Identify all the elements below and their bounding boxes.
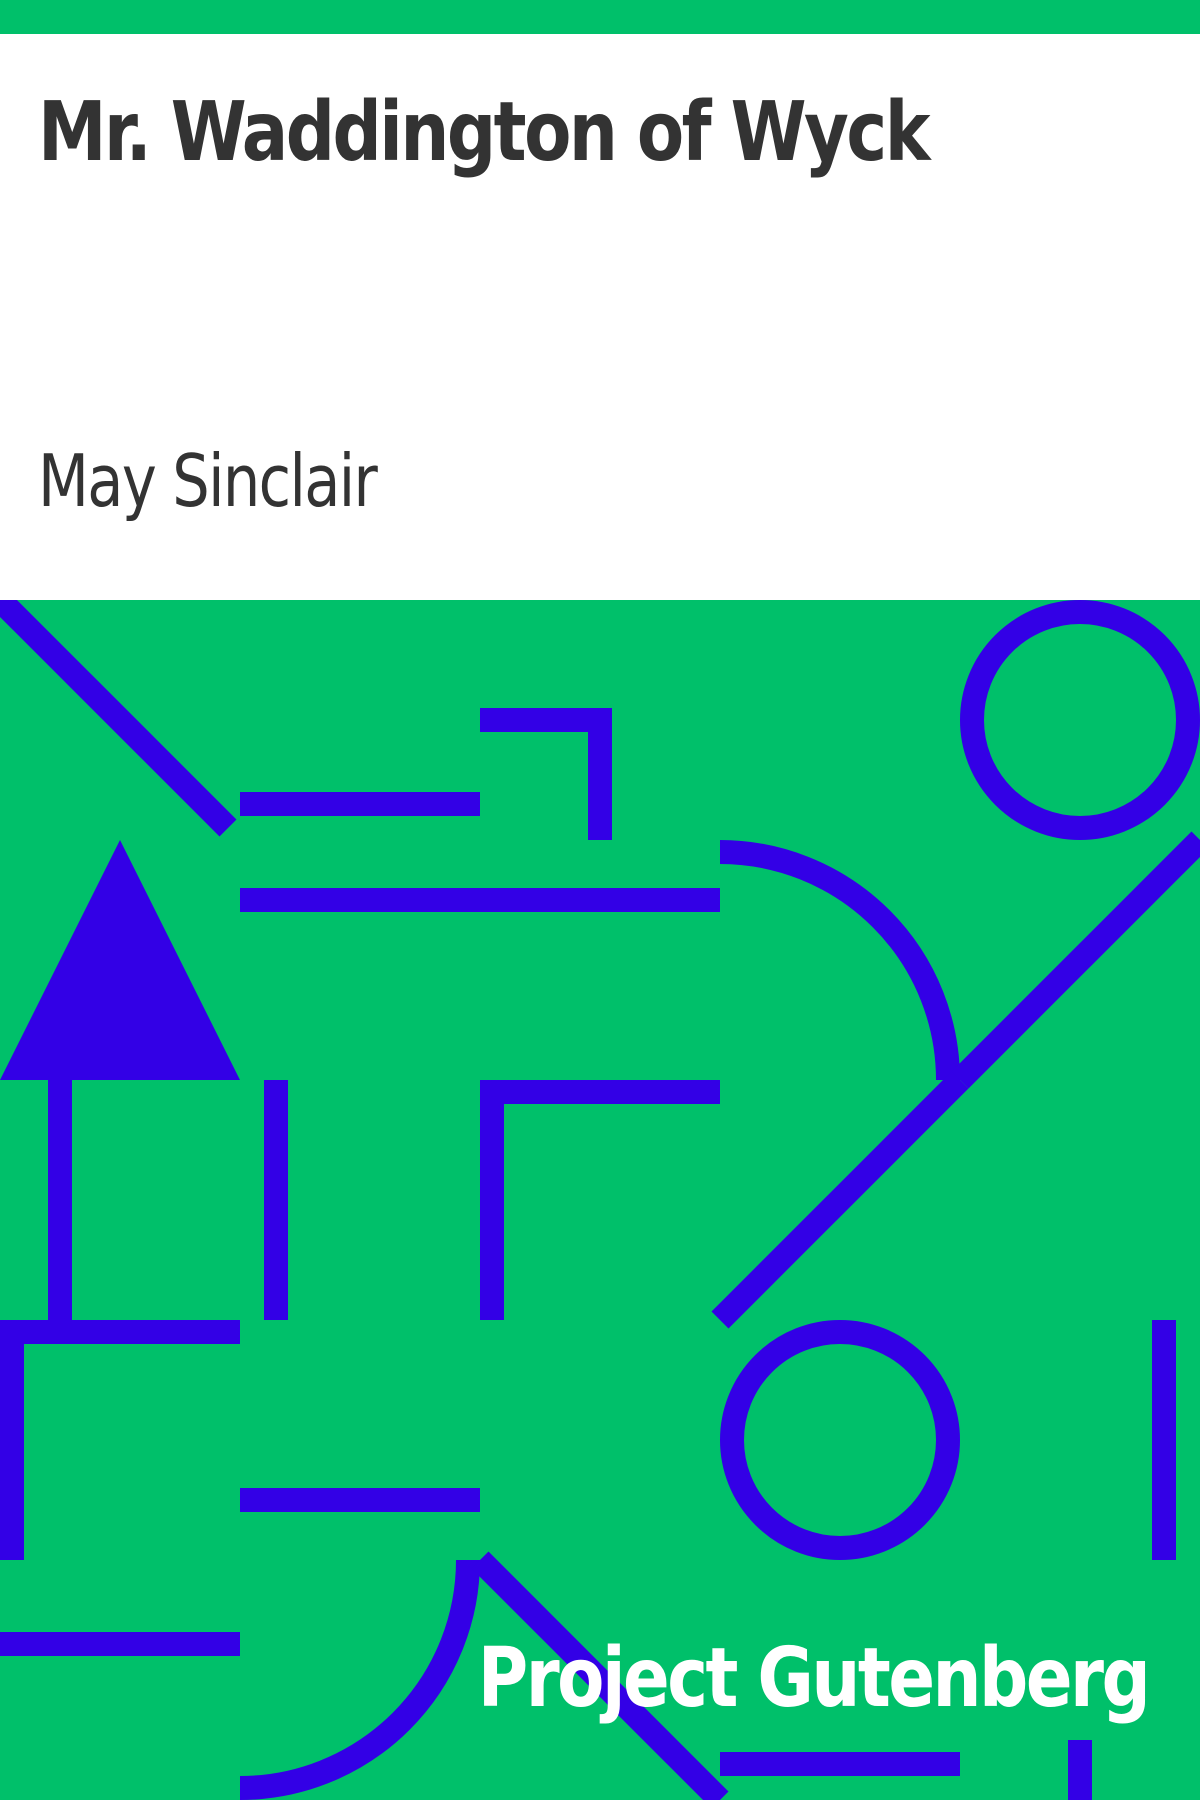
book-author: May Sinclair [38, 439, 378, 523]
book-title: Mr. Waddington of Wyck [38, 85, 931, 180]
cover-pattern-art [0, 600, 1200, 1800]
book-cover: Mr. Waddington of Wyck May Sinclair Proj… [0, 0, 1200, 1800]
top-accent-bar [0, 0, 1200, 34]
publisher-name: Project Gutenberg [477, 1631, 1150, 1726]
